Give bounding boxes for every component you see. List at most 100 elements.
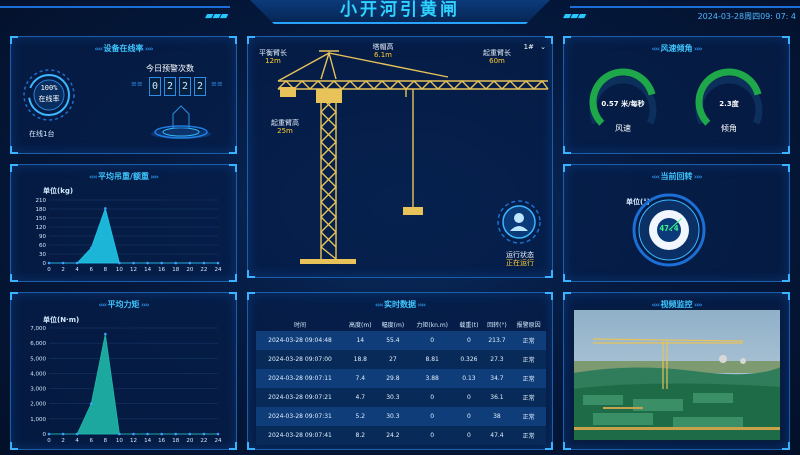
rotation-tick-label: 90: [691, 228, 697, 234]
torque-data-point: [89, 402, 93, 406]
weight-data-point: [75, 261, 79, 265]
torque-ytick-label: 0: [43, 432, 47, 438]
weight-ytick-label: 180: [36, 207, 47, 213]
online-rate-label: 在线率: [38, 95, 60, 103]
torque-data-point: [202, 432, 206, 436]
table-row: 2024-03-28 09:07:41 8.2 24.2 0 0 47.4 正常: [256, 426, 546, 445]
table-cell: 4.7: [344, 388, 377, 407]
torque-data-point: [61, 432, 65, 436]
crane-height: 起重臂高 25m: [268, 119, 302, 135]
torque-xtick-label: 12: [130, 438, 137, 444]
table-cell: 38: [482, 407, 512, 426]
torque-xtick-label: 22: [200, 438, 207, 444]
col-radius: 幅度(m): [381, 321, 405, 329]
table-row: 2024-03-28 09:07:31 5.2 30.3 0 0 38 正常: [256, 407, 546, 426]
table-cell: 0: [455, 331, 483, 350]
table-cell: 0: [409, 331, 456, 350]
weight-xtick-label: 0: [47, 267, 51, 273]
torque-data-point: [47, 432, 51, 436]
crane-status-value: 正在运行: [506, 259, 534, 267]
weight-xtick-label: 4: [75, 267, 79, 273]
crane-tower-top-value: 6.1m: [374, 51, 392, 59]
torque-ytick-label: 5,000: [30, 356, 46, 362]
table-cell: 29.8: [376, 369, 410, 388]
weight-ytick-label: 150: [36, 216, 47, 222]
col-load: 载重(t): [459, 321, 479, 329]
table-row: 2024-03-28 09:07:21 4.7 30.3 0 0 36.1 正常: [256, 388, 546, 407]
table-cell: 55.4: [376, 331, 410, 350]
table-cell: 3.88: [409, 369, 456, 388]
wind-speed-label: 风速: [615, 124, 631, 133]
table-cell: 2024-03-28 09:07:21: [256, 388, 344, 407]
weight-xtick-label: 24: [215, 267, 222, 273]
torque-xtick-label: 24: [215, 438, 222, 444]
torque-xtick-label: 2: [61, 438, 64, 444]
col-rotation: 回转(°): [487, 321, 507, 329]
table-cell: 0: [409, 407, 456, 426]
alarm-deco-right: ≡≡: [211, 80, 223, 88]
col-time: 时间: [293, 321, 306, 329]
weight-ytick-label: 60: [39, 243, 46, 249]
alarm-digit-4: 2: [194, 77, 206, 96]
weight-data-point: [47, 261, 51, 265]
torque-ytick-label: 2,000: [30, 402, 46, 408]
torque-xtick-label: 4: [75, 438, 79, 444]
torque-xtick-label: 0: [47, 438, 51, 444]
header: ▰▰▰ ▰▰▰ 小开河引黄闸 2024-03-28周四09: 07: 4: [0, 0, 800, 28]
alarm-deco-left: ≡≡: [131, 80, 143, 88]
torque-xtick-label: 8: [104, 438, 108, 444]
weight-ytick-label: 210: [36, 198, 47, 204]
realtime-table: 时间 高度(m) 幅度(m) 力矩(kn.m) 载重(t) 回转(°) 报警原因…: [256, 317, 546, 445]
torque-data-point: [118, 432, 121, 436]
rotation-tick-label: 240: [643, 241, 653, 247]
table-cell: 正常: [511, 331, 546, 350]
weight-data-point: [160, 261, 163, 265]
crane-height-value: 25m: [277, 127, 293, 135]
header-stripes-left: ▰▰▰: [205, 9, 228, 22]
weight-data-point: [61, 261, 65, 265]
rotation-tick-label: 180: [664, 253, 674, 259]
table-cell: 正常: [511, 407, 546, 426]
table-cell: 18.8: [344, 350, 377, 369]
header-datetime: 2024-03-28周四09: 07: 4: [697, 12, 796, 21]
table-cell: 36.1: [482, 388, 512, 407]
crane-balance-jib-value: 12m: [265, 57, 281, 65]
panel-rotation: ‹‹‹‹ 当前回转 ›››› 单位(°) 0 30 60 90 120 150 180 210…: [563, 164, 790, 282]
panel-device-online: ‹‹‹‹ 设备在线率 ›››› 100% 在线率 在线1台 今日预警次数 ≡≡ …: [10, 36, 237, 154]
weight-xtick-label: 2: [61, 267, 64, 273]
weight-data-point: [89, 246, 93, 250]
torque-xtick-label: 6: [90, 438, 94, 444]
table-cell: 8.81: [409, 350, 456, 369]
table-cell: 2024-03-28 09:07:11: [256, 369, 344, 388]
table-cell: 27: [376, 350, 410, 369]
panel-title-realtime: 实时数据: [384, 300, 416, 309]
rotation-tick-label: 300: [643, 216, 653, 222]
alarm-digit-2: 2: [164, 77, 176, 96]
camera-video-feed[interactable]: [573, 309, 781, 441]
crane-status-label: 运行状态: [506, 251, 534, 259]
rotation-tick-label: 330: [652, 206, 662, 212]
torque-xtick-label: 20: [186, 438, 193, 444]
page-title: 小开河引黄闸: [340, 0, 460, 20]
avg-torque-chart: 01,0002,0003,0004,0005,0006,0007,0000 2 4 6…: [30, 326, 222, 444]
header-stripes-right: ▰▰▰: [563, 9, 586, 22]
table-cell: 2024-03-28 09:07:31: [256, 407, 344, 426]
torque-ytick-label: 3,000: [30, 387, 46, 393]
crane-balance-jib: 平衡臂长 12m: [256, 49, 290, 65]
table-cell: 0: [455, 407, 483, 426]
panel-title-rotation: 当前回转: [660, 172, 693, 181]
panel-title-camera: 视频监控: [660, 300, 693, 309]
weight-ytick-label: 120: [36, 225, 47, 231]
weight-data-point: [104, 207, 107, 210]
weight-data-point: [132, 261, 135, 265]
torque-data-point: [75, 432, 79, 436]
online-rate-value: 100%: [40, 84, 58, 92]
table-cell: 47.4: [482, 426, 512, 445]
table-row: 2024-03-28 09:04:48 14 55.4 0 0 213.7 正常: [256, 331, 546, 350]
torque-ytick-label: 6,000: [30, 341, 46, 347]
alarm-platform-icon: [151, 105, 211, 139]
weight-data-point: [118, 261, 121, 265]
alarm-digit-1: 0: [149, 77, 161, 96]
weight-data-point: [216, 261, 220, 265]
col-height: 高度(m): [349, 321, 372, 329]
